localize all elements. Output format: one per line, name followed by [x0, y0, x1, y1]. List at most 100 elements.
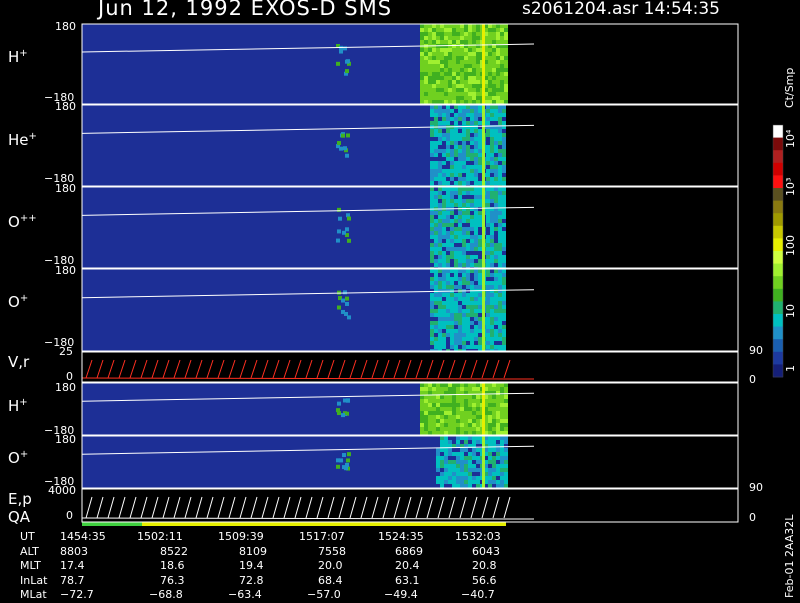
spec-cell: [474, 243, 478, 247]
spec-cell: [458, 157, 462, 161]
spec-cell: [498, 105, 502, 109]
spec-cell: [440, 64, 444, 68]
panel-label-h-plus-2: H+: [8, 397, 28, 415]
spec-cell: [478, 273, 482, 277]
spec-cell: [500, 52, 504, 56]
spec-cell: [478, 341, 482, 345]
panel-ep-bg: [82, 489, 738, 522]
spec-cell: [500, 40, 504, 44]
spec-cell: [458, 165, 462, 169]
spec-cell: [458, 255, 462, 259]
spec-cell: [496, 464, 500, 468]
spec-cell: [438, 211, 442, 215]
spec-cell: [456, 60, 460, 64]
spec-cell: [460, 480, 464, 484]
spec-cell: [494, 243, 498, 247]
spec-cell: [432, 84, 436, 88]
spec-cell: [424, 419, 428, 423]
spec-cell: [504, 383, 508, 387]
spec-cell: [448, 64, 452, 68]
spec-cell: [458, 191, 462, 195]
spec-cell: [452, 431, 456, 435]
spec-cell: [492, 448, 496, 452]
spec-cell: [464, 427, 468, 431]
spec-cell: [430, 239, 434, 243]
spec-cell: [460, 456, 464, 460]
spec-cell: [474, 129, 478, 133]
spec-cell: [500, 100, 504, 104]
spec-cell: [424, 96, 428, 100]
spec-cell: [434, 235, 438, 239]
spec-cell: [436, 383, 440, 387]
spec-cell: [442, 297, 446, 301]
spec-cell: [428, 56, 432, 60]
spec-cell: [446, 109, 450, 113]
colorbar-swatch: [773, 276, 783, 290]
spec-cell: [438, 117, 442, 121]
spec-cell: [424, 431, 428, 435]
spec-cell: [486, 259, 490, 263]
spec-cell: [438, 223, 442, 227]
spec-cell: [462, 345, 466, 349]
spec-cell: [504, 480, 508, 484]
spec-cell: [500, 383, 504, 387]
spec-cell: [458, 313, 462, 317]
spec-cell: [424, 80, 428, 84]
spec-cell: [438, 191, 442, 195]
spec-cell: [468, 395, 472, 399]
spec-cell: [446, 195, 450, 199]
spec-cell: [466, 337, 470, 341]
spec-cell: [428, 88, 432, 92]
cell: 76.3: [160, 573, 185, 587]
spec-cell: [434, 129, 438, 133]
spec-cell: [442, 251, 446, 255]
spec-cell: [448, 60, 452, 64]
spec-cell: [456, 36, 460, 40]
spec-cell: [490, 313, 494, 317]
spec-cell: [496, 84, 500, 88]
spec-cell: [430, 219, 434, 223]
spec-cell: [464, 76, 468, 80]
spec-cell: [446, 223, 450, 227]
spec-cell: [478, 231, 482, 235]
spec-cell: [498, 191, 502, 195]
spec-cell: [454, 137, 458, 141]
spec-cell: [498, 211, 502, 215]
spec-cell: [466, 223, 470, 227]
spec-cell: [496, 92, 500, 96]
spec-cell: [424, 72, 428, 76]
spec-cell: [474, 251, 478, 255]
spec-cell: [474, 145, 478, 149]
spec-cell: [462, 305, 466, 309]
spec-cell: [502, 203, 506, 207]
spec-cell: [446, 157, 450, 161]
panel-label-o-plus-1: O+: [8, 293, 29, 311]
spec-cell: [460, 100, 464, 104]
spec-cell: [504, 28, 508, 32]
spec-cell: [466, 239, 470, 243]
spec-cell: [500, 84, 504, 88]
spec-cell: [466, 317, 470, 321]
spec-cell: [454, 317, 458, 321]
spec-cell: [442, 145, 446, 149]
spec-cell: [450, 105, 454, 109]
spec-cell: [470, 117, 474, 121]
spec-cell: [450, 173, 454, 177]
spec-cell: [460, 72, 464, 76]
spec-cell: [450, 109, 454, 113]
spec-cell: [438, 177, 442, 181]
spec-cell: [428, 96, 432, 100]
spec-cell: [442, 285, 446, 289]
spec-cell: [446, 341, 450, 345]
spec-cell: [504, 36, 508, 40]
spec-cell: [420, 80, 424, 84]
spec-cell: [478, 203, 482, 207]
spec-cell: [442, 215, 446, 219]
spec-cell: [466, 165, 470, 169]
spec-cell: [458, 137, 462, 141]
spec-cell: [434, 247, 438, 251]
spec-cell: [444, 460, 448, 464]
spec-cell: [430, 281, 434, 285]
spec-cell: [436, 403, 440, 407]
spec-cell: [444, 427, 448, 431]
